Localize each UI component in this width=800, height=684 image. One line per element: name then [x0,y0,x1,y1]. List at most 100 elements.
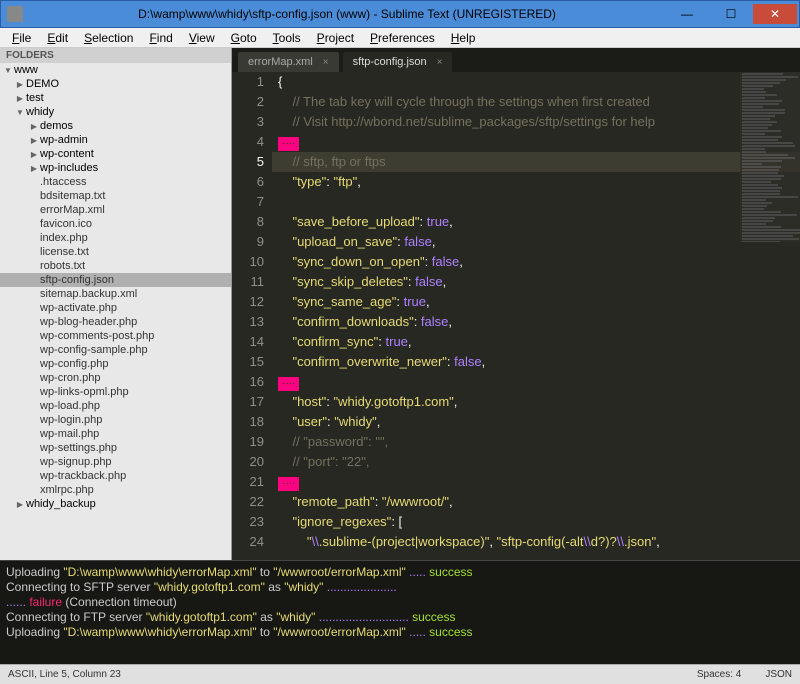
line-number[interactable]: 15 [232,352,264,372]
line-number[interactable]: 16 [232,372,264,392]
line-number[interactable]: 12 [232,292,264,312]
chevron-right-icon[interactable]: ▶ [28,164,40,173]
line-number[interactable]: 6 [232,172,264,192]
code-line[interactable]: "upload_on_save": false, [272,232,800,252]
line-number[interactable]: 2 [232,92,264,112]
menu-goto[interactable]: Goto [223,29,265,47]
chevron-right-icon[interactable]: ▶ [14,80,26,89]
code-line[interactable]: // Visit http://wbond.net/sublime_packag… [272,112,800,132]
status-spaces[interactable]: Spaces: 4 [697,669,741,680]
chevron-right-icon[interactable]: ▶ [28,150,40,159]
file-wp-mail-php[interactable]: wp-mail.php [0,427,231,441]
fold-marker[interactable]: ···· [278,137,299,151]
line-number[interactable]: 22 [232,492,264,512]
chevron-down-icon[interactable]: ▼ [2,66,14,75]
file-xmlrpc-php[interactable]: xmlrpc.php [0,483,231,497]
code-line[interactable]: "confirm_sync": true, [272,332,800,352]
file-sftp-config-json[interactable]: sftp-config.json [0,273,231,287]
tab-sftp-config-json[interactable]: sftp-config.json× [343,52,453,72]
line-number[interactable]: 13 [232,312,264,332]
line-number[interactable]: 3 [232,112,264,132]
line-number[interactable]: 4 [232,132,264,152]
file-favicon-ico[interactable]: favicon.ico [0,217,231,231]
line-number[interactable]: 11 [232,272,264,292]
code-line[interactable]: // The tab key will cycle through the se… [272,92,800,112]
line-number[interactable]: 18 [232,412,264,432]
line-number[interactable]: 21 [232,472,264,492]
chevron-right-icon[interactable]: ▶ [28,122,40,131]
line-number[interactable]: 8 [232,212,264,232]
status-syntax[interactable]: JSON [765,669,792,680]
folder-whidy-backup[interactable]: ▶whidy_backup [0,497,231,511]
line-number[interactable]: 14 [232,332,264,352]
file-wp-config-php[interactable]: wp-config.php [0,357,231,371]
menu-find[interactable]: Find [141,29,180,47]
file-wp-login-php[interactable]: wp-login.php [0,413,231,427]
code-line[interactable]: "sync_skip_deletes": false, [272,272,800,292]
fold-marker[interactable]: ···· [278,477,299,491]
line-number[interactable]: 23 [232,512,264,532]
menu-edit[interactable]: Edit [39,29,76,47]
sidebar[interactable]: FOLDERS ▼www▶DEMO▶test▼whidy▶demos▶wp-ad… [0,48,232,560]
file-bdsitemap-txt[interactable]: bdsitemap.txt [0,189,231,203]
folder-demos[interactable]: ▶demos [0,119,231,133]
code-line[interactable]: "host": "whidy.gotoftp1.com", [272,392,800,412]
code-line[interactable]: "user": "whidy", [272,412,800,432]
folder-wp-includes[interactable]: ▶wp-includes [0,161,231,175]
minimap[interactable] [740,72,800,242]
close-button[interactable]: ✕ [753,4,797,24]
code-line[interactable]: ···· [272,372,800,392]
code-line[interactable]: "sync_down_on_open": false, [272,252,800,272]
code-line[interactable]: "save_before_upload": true, [272,212,800,232]
chevron-right-icon[interactable]: ▶ [14,500,26,509]
file-wp-comments-post-php[interactable]: wp-comments-post.php [0,329,231,343]
code-line[interactable]: "remote_path": "/wwwroot/", [272,492,800,512]
code-line[interactable]: { [272,72,800,92]
line-number[interactable]: 10 [232,252,264,272]
close-icon[interactable]: × [437,57,443,68]
line-number[interactable]: 20 [232,452,264,472]
folder-wp-admin[interactable]: ▶wp-admin [0,133,231,147]
file-wp-cron-php[interactable]: wp-cron.php [0,371,231,385]
menu-project[interactable]: Project [309,29,362,47]
code-line[interactable]: ···· [272,472,800,492]
tab-errormap-xml[interactable]: errorMap.xml× [238,52,339,72]
code-view[interactable]: 123456789101112131415161718192021222324 … [232,72,800,560]
line-number[interactable]: 9 [232,232,264,252]
code-line[interactable]: // "port": "22", [272,452,800,472]
file-robots-txt[interactable]: robots.txt [0,259,231,273]
code-line[interactable]: "confirm_downloads": false, [272,312,800,332]
maximize-button[interactable]: ☐ [709,4,753,24]
code-line[interactable]: // "password": "", [272,432,800,452]
file-wp-activate-php[interactable]: wp-activate.php [0,301,231,315]
code-line[interactable]: "confirm_overwrite_newer": false, [272,352,800,372]
file--htaccess[interactable]: .htaccess [0,175,231,189]
line-number[interactable]: 24 [232,532,264,552]
file-errormap-xml[interactable]: errorMap.xml [0,203,231,217]
file-wp-load-php[interactable]: wp-load.php [0,399,231,413]
close-icon[interactable]: × [323,57,329,68]
status-cursor[interactable]: ASCII, Line 5, Column 23 [8,669,673,680]
folder-whidy[interactable]: ▼whidy [0,105,231,119]
line-number[interactable]: 19 [232,432,264,452]
code-line[interactable]: "ignore_regexes": [ [272,512,800,532]
code-line[interactable]: ···· [272,132,800,152]
console-panel[interactable]: Uploading "D:\wamp\www\whidy\errorMap.xm… [0,560,800,664]
file-index-php[interactable]: index.php [0,231,231,245]
file-sitemap-backup-xml[interactable]: sitemap.backup.xml [0,287,231,301]
file-wp-blog-header-php[interactable]: wp-blog-header.php [0,315,231,329]
line-number[interactable]: 5 [232,152,264,172]
menu-help[interactable]: Help [443,29,484,47]
code[interactable]: { // The tab key will cycle through the … [272,72,800,560]
code-line[interactable]: "sync_same_age": true, [272,292,800,312]
code-line[interactable] [272,192,800,212]
chevron-down-icon[interactable]: ▼ [14,108,26,117]
menu-selection[interactable]: Selection [76,29,141,47]
line-number[interactable]: 1 [232,72,264,92]
minimize-button[interactable]: — [665,4,709,24]
file-wp-settings-php[interactable]: wp-settings.php [0,441,231,455]
line-number[interactable]: 17 [232,392,264,412]
folder-test[interactable]: ▶test [0,91,231,105]
code-line[interactable]: "\\.sublime-(project|workspace)", "sftp-… [272,532,800,552]
menu-preferences[interactable]: Preferences [362,29,443,47]
